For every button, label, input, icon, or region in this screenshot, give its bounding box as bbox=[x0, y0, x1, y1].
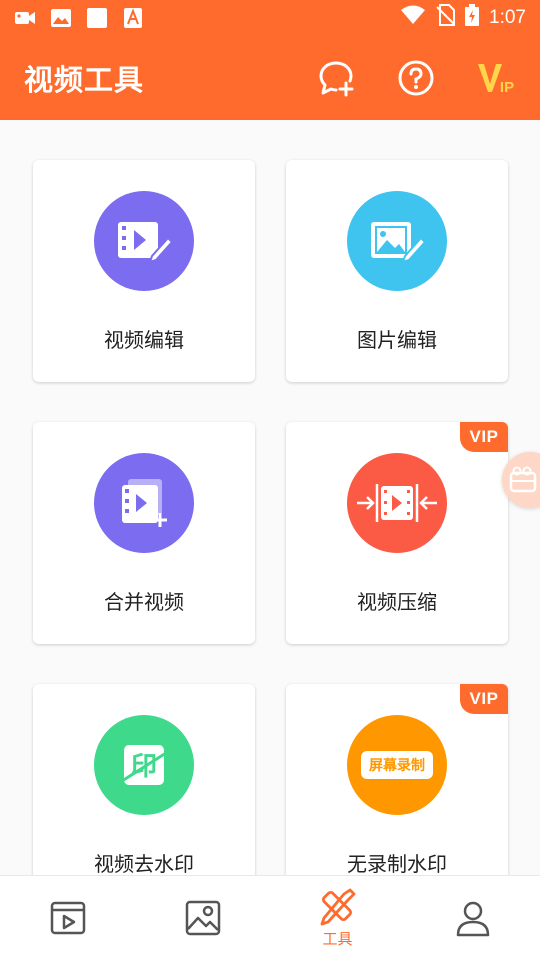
tab-profile[interactable] bbox=[405, 876, 540, 960]
chat-add-icon bbox=[319, 61, 354, 97]
merge-video-icon bbox=[94, 453, 194, 553]
help-button[interactable] bbox=[396, 58, 436, 98]
tool-card-screen-record[interactable]: VIP 屏幕录制 无录制水印 bbox=[286, 684, 508, 906]
vip-icon-text: IP bbox=[499, 78, 515, 96]
tab-tools-label: 工具 bbox=[322, 929, 353, 948]
app-bar: 视频工具 IP bbox=[0, 36, 540, 120]
wifi-icon bbox=[401, 5, 426, 31]
tool-card-video-edit[interactable]: 视频编辑 bbox=[33, 160, 255, 382]
a-badge-icon bbox=[122, 8, 144, 28]
image-tab-icon bbox=[185, 900, 220, 936]
tool-label: 视频去水印 bbox=[94, 852, 194, 876]
no-sim-icon bbox=[435, 4, 456, 32]
tool-card-merge-video[interactable]: 合并视频 bbox=[33, 422, 255, 644]
tab-tools[interactable]: 工具 bbox=[270, 876, 405, 960]
tool-card-compress-video[interactable]: VIP 视频压缩 bbox=[286, 422, 508, 644]
tab-video[interactable] bbox=[0, 876, 135, 960]
screen: 1:07 视频工具 IP 视频编辑 图片编辑 合并视频 VIP 视频压缩 视频去… bbox=[0, 0, 540, 960]
header-background: 1:07 视频工具 IP bbox=[0, 0, 540, 120]
chat-add-button[interactable] bbox=[316, 58, 356, 98]
tool-label: 图片编辑 bbox=[357, 328, 437, 352]
bottom-nav: 工具 bbox=[0, 875, 540, 960]
compress-video-icon bbox=[347, 453, 447, 553]
screen-record-glyph: 屏幕录制 bbox=[361, 751, 433, 779]
status-time: 1:07 bbox=[489, 7, 526, 28]
tools-grid: 视频编辑 图片编辑 合并视频 VIP 视频压缩 印 bbox=[0, 120, 540, 906]
video-tab-icon bbox=[50, 901, 85, 935]
image-icon bbox=[50, 8, 72, 28]
tool-card-remove-watermark[interactable]: 印 视频去水印 bbox=[33, 684, 255, 906]
help-icon bbox=[398, 60, 434, 96]
tool-label: 视频压缩 bbox=[357, 590, 437, 614]
image-edit-icon bbox=[347, 191, 447, 291]
screen-record-icon: 屏幕录制 bbox=[347, 715, 447, 815]
tab-image[interactable] bbox=[135, 876, 270, 960]
blank-square-icon bbox=[86, 8, 108, 28]
page-title: 视频工具 bbox=[24, 63, 145, 97]
vip-badge: VIP bbox=[460, 422, 508, 452]
tool-card-image-edit[interactable]: 图片编辑 bbox=[286, 160, 508, 382]
tool-label: 合并视频 bbox=[104, 590, 184, 614]
status-bar: 1:07 bbox=[0, 0, 540, 36]
battery-charging-icon bbox=[465, 4, 480, 32]
video-camera-icon bbox=[14, 8, 36, 28]
vip-button[interactable]: IP bbox=[476, 58, 516, 98]
tools-tab-icon bbox=[320, 888, 355, 925]
vip-badge: VIP bbox=[460, 684, 508, 714]
remove-watermark-icon: 印 bbox=[94, 715, 194, 815]
tool-label: 无录制水印 bbox=[347, 852, 447, 876]
video-edit-icon bbox=[94, 191, 194, 291]
film-icon bbox=[509, 466, 537, 493]
tool-label: 视频编辑 bbox=[104, 328, 184, 352]
profile-tab-icon bbox=[456, 901, 489, 937]
